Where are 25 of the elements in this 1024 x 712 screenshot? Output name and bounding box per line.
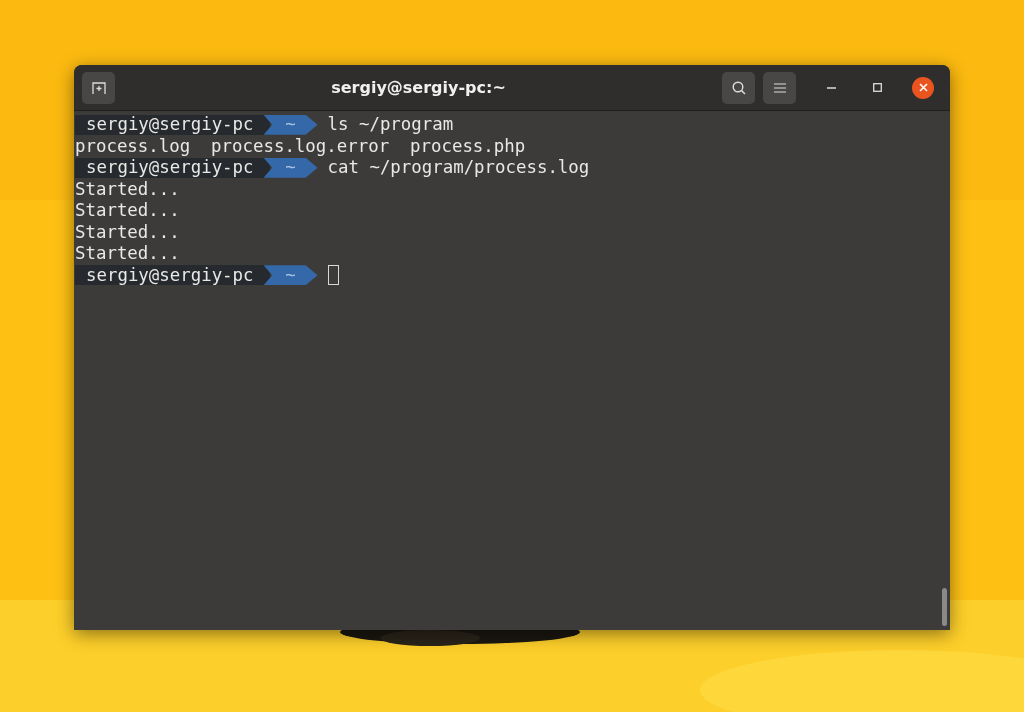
prompt-directory: ~ <box>263 114 318 135</box>
new-tab-button[interactable] <box>82 71 115 104</box>
output-text: Started... <box>75 178 180 200</box>
output-text: Started... <box>75 200 180 222</box>
maximize-icon <box>872 83 882 92</box>
menu-icon <box>773 82 786 93</box>
prompt-directory: ~ <box>263 157 318 178</box>
minimize-icon <box>826 86 836 89</box>
search-icon <box>731 80 746 95</box>
close-button[interactable] <box>912 76 934 99</box>
prompt-directory: ~ <box>263 265 318 286</box>
output-text: process.log process.log.error process.php <box>75 135 526 157</box>
window-title: sergiy@sergiy-pc:~ <box>330 78 507 97</box>
scrollbar[interactable] <box>942 588 947 626</box>
menu-button[interactable] <box>763 71 796 104</box>
new-tab-icon <box>91 81 106 94</box>
command-text: cat ~/program/process.log <box>327 157 590 179</box>
search-button[interactable] <box>722 71 755 104</box>
prompt-user: sergiy@sergiy-pc <box>75 265 270 286</box>
prompt-user: sergiy@sergiy-pc <box>75 157 270 178</box>
output-text: Started... <box>75 243 180 265</box>
output-text: Started... <box>75 221 180 243</box>
prompt-user: sergiy@sergiy-pc <box>75 114 270 135</box>
close-icon <box>918 83 928 92</box>
command-text: ls ~/program <box>327 114 454 136</box>
